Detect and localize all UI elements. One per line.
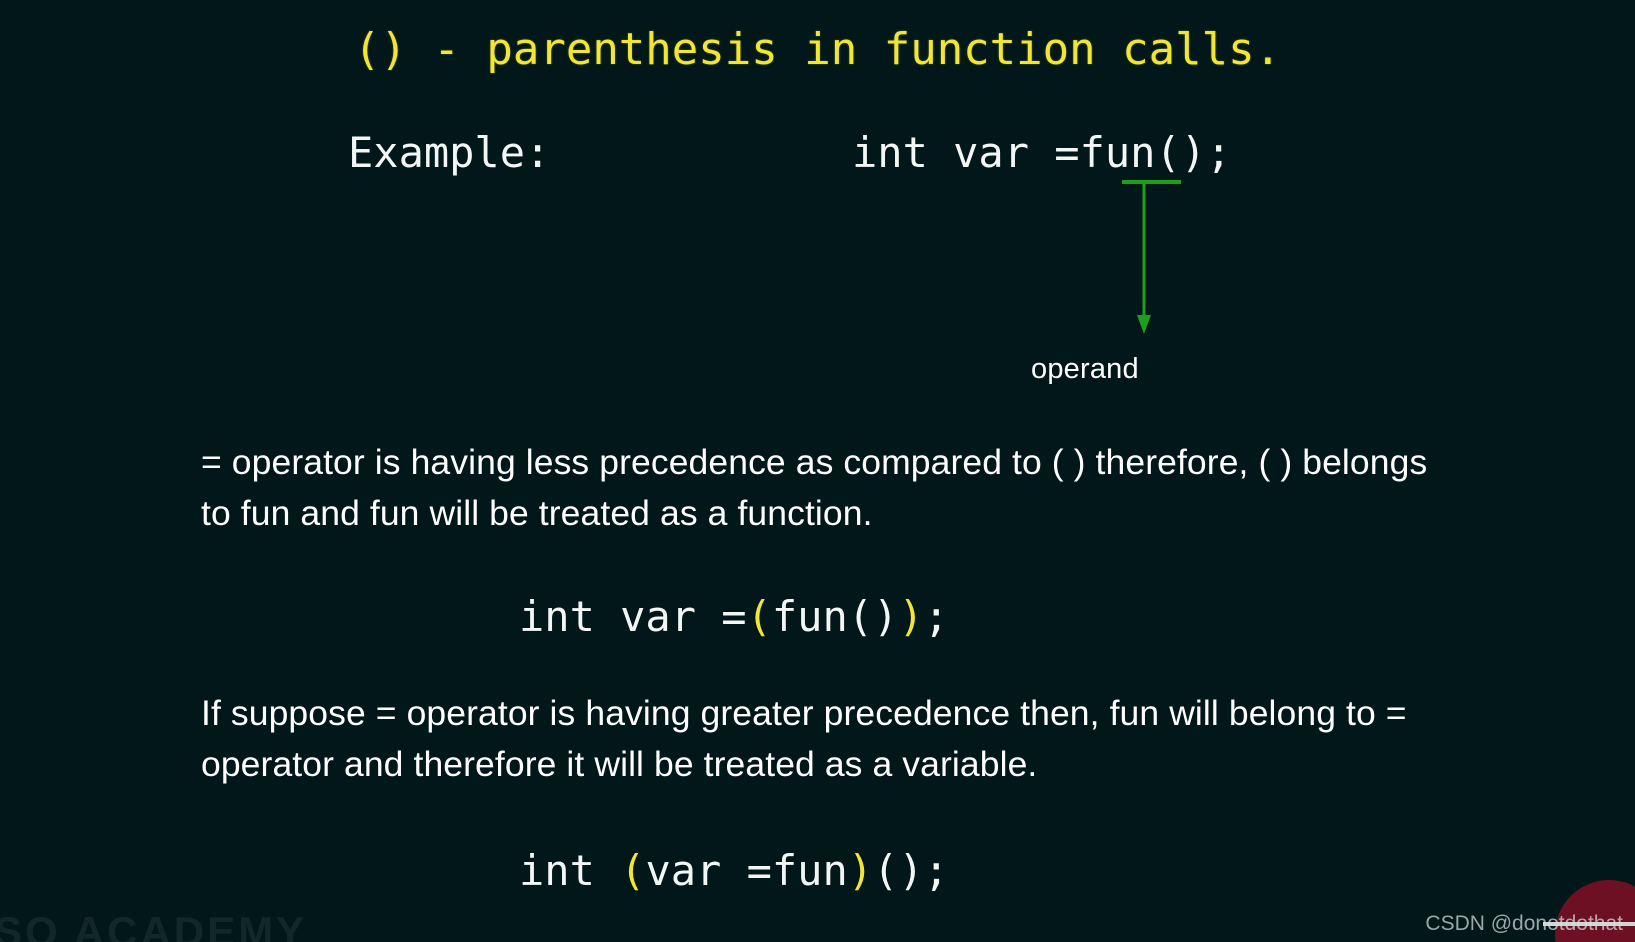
page-title: () - parenthesis in function calls.: [353, 24, 1282, 75]
corner-blob-decoration: [1555, 880, 1635, 942]
code-token: ): [898, 592, 924, 641]
code-line-grouped-assignment: int (var =fun)();: [519, 846, 949, 895]
code-token: fun(): [771, 592, 899, 641]
csdn-watermark: CSDN @donotdothat: [1425, 912, 1623, 935]
down-arrow-icon: [1122, 180, 1181, 334]
corner-rule-decoration: [1543, 922, 1635, 926]
code-token: int var =: [519, 592, 747, 641]
example-label: Example:: [348, 128, 551, 177]
code-token: ();: [873, 846, 949, 895]
code-line-grouped-parens: int var =(fun());: [519, 592, 949, 641]
code-token: (: [620, 846, 646, 895]
code-token: ;: [923, 592, 949, 641]
paragraph-precedence-greater: If suppose = operator is having greater …: [201, 693, 1407, 784]
code-token: (: [746, 592, 772, 641]
academy-watermark: SO ACADEMY: [0, 908, 308, 942]
code-token: int: [519, 846, 621, 895]
example-code-line: int var =fun();: [852, 128, 1232, 177]
operand-annotation-label: operand: [1031, 353, 1139, 385]
code-token: var =fun: [645, 846, 848, 895]
slide-canvas: () - parenthesis in function calls. Exam…: [0, 0, 1635, 942]
code-token: ): [847, 846, 874, 895]
paragraph-precedence-less: = operator is having less precedence as …: [201, 442, 1428, 533]
